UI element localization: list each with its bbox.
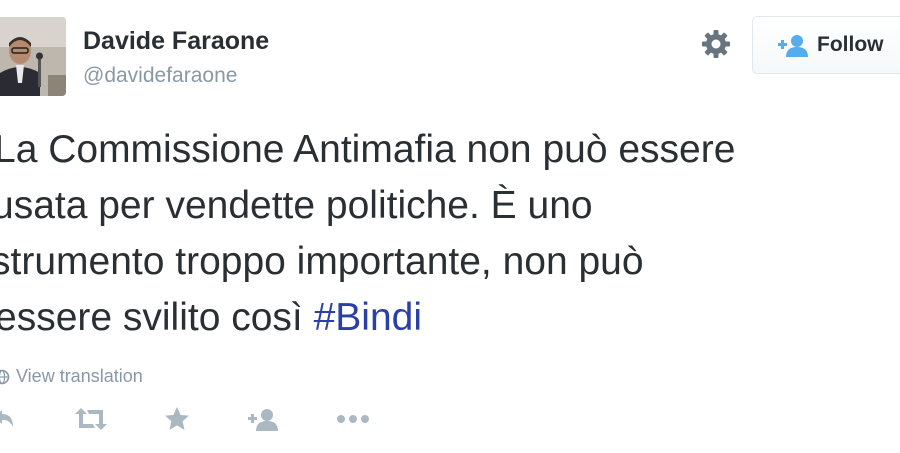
globe-icon	[0, 369, 10, 384]
display-name[interactable]: Davide Faraone	[83, 27, 269, 56]
more-icon[interactable]	[336, 412, 370, 430]
reply-icon[interactable]	[0, 407, 16, 436]
retweet-icon[interactable]	[74, 407, 108, 436]
tweet-line: usata per vendette politiche. È uno	[0, 184, 593, 227]
tweet-line: La Commissione Antimafia non può essere	[0, 128, 736, 171]
follow-button[interactable]: Follow	[752, 16, 900, 74]
follow-label: Follow	[817, 33, 884, 56]
hashtag-link[interactable]: #Bindi	[314, 296, 422, 339]
gear-icon[interactable]	[700, 28, 732, 60]
star-icon[interactable]	[164, 406, 190, 437]
add-user-icon	[778, 35, 808, 57]
tweet-line-last: essere svilito così #Bindi	[0, 290, 900, 346]
profile-photo	[0, 17, 66, 96]
avatar[interactable]	[0, 17, 66, 96]
tweet-text: La Commissione Antimafia non può essere …	[0, 122, 900, 346]
view-translation-link[interactable]: View translation	[0, 366, 143, 387]
add-user-icon[interactable]	[247, 407, 279, 436]
tweet-actions	[0, 402, 400, 436]
view-translation-label: View translation	[16, 366, 143, 386]
tweet-line: essere svilito così	[0, 296, 314, 339]
tweet-line: strumento troppo importante, non può	[0, 240, 644, 283]
user-handle[interactable]: @davidefaraone	[83, 64, 237, 88]
